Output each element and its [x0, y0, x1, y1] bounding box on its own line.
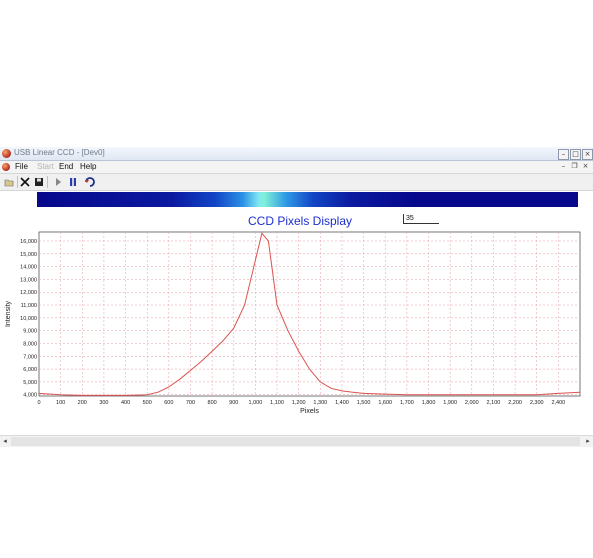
y-tick-label: 9,000: [23, 329, 37, 335]
plot-area: [38, 231, 581, 397]
x-tick-label: 600: [164, 400, 173, 406]
x-tick-label: 2,000: [465, 400, 479, 406]
scroll-left-arrow[interactable]: ◂: [0, 436, 10, 447]
y-tick-label: 15,000: [20, 252, 37, 258]
y-tick-label: 10,000: [20, 316, 37, 322]
y-tick-label: 5,000: [23, 380, 37, 386]
y-tick-label: 14,000: [20, 265, 37, 271]
y-tick-label: 12,000: [20, 290, 37, 296]
x-tick-label: 2,300: [530, 400, 544, 406]
scroll-right-arrow[interactable]: ▸: [583, 436, 593, 447]
x-tick-label: 100: [56, 400, 65, 406]
x-tick-label: 1,300: [313, 400, 327, 406]
x-tick-label: 500: [143, 400, 152, 406]
x-tick-label: 300: [99, 400, 108, 406]
y-tick-label: 16,000: [20, 239, 37, 245]
x-tick-label: 1,600: [378, 400, 392, 406]
y-tick-label: 8,000: [23, 341, 37, 347]
x-tick-label: 0: [37, 400, 40, 406]
y-tick-label: 7,000: [23, 354, 37, 360]
x-tick-label: 1,400: [335, 400, 349, 406]
x-tick-label: 1,100: [270, 400, 284, 406]
y-axis-label: Intensity: [5, 300, 12, 327]
y-tick-label: 4,000: [23, 393, 37, 399]
x-tick-label: 1,800: [422, 400, 436, 406]
x-tick-label: 2,400: [551, 400, 565, 406]
intensity-chart: 0 100 200 300 400 500 600 700 800 900 1,000 1,100 1,…: [5, 231, 581, 415]
y-tick-label: 6,000: [23, 367, 37, 373]
x-tick-label: 900: [229, 400, 238, 406]
x-tick-label: 1,200: [292, 400, 306, 406]
x-axis-label: Pixels: [300, 408, 319, 415]
x-tick-label: 1,500: [357, 400, 371, 406]
scroll-thumb[interactable]: [11, 437, 580, 446]
x-tick-label: 1,900: [443, 400, 457, 406]
x-tick-label: 200: [78, 400, 87, 406]
horizontal-scrollbar[interactable]: ◂ ▸: [0, 435, 593, 447]
x-tick-label: 700: [186, 400, 195, 406]
x-tick-label: 1,000: [249, 400, 263, 406]
x-tick-label: 800: [208, 400, 217, 406]
app-window: USB Linear CCD - [Dev0] – □ × File Start…: [0, 147, 593, 452]
y-tick-label: 13,000: [20, 277, 37, 283]
x-tick-label: 2,200: [508, 400, 522, 406]
x-tick-label: 1,700: [400, 400, 414, 406]
x-tick-label: 2,100: [487, 400, 501, 406]
x-tick-label: 400: [121, 400, 130, 406]
y-tick-label: 11,000: [21, 303, 37, 309]
